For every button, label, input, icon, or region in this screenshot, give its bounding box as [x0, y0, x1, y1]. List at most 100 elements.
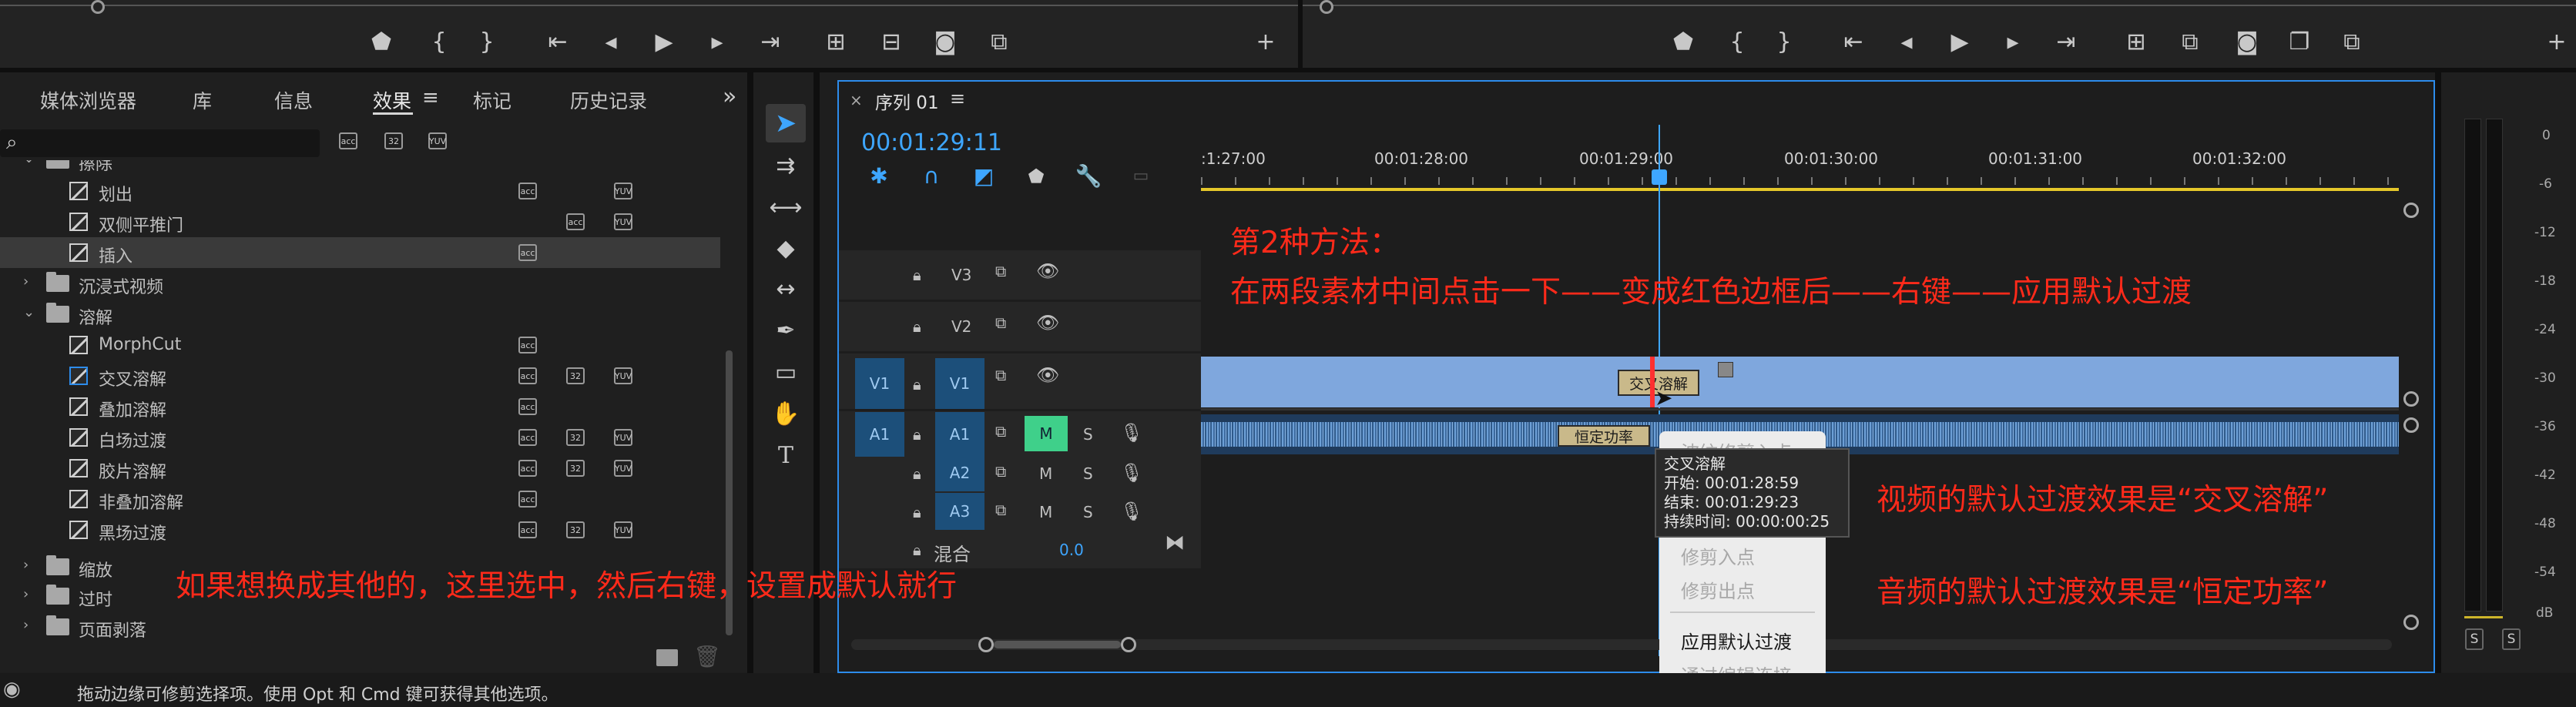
sync-lock-icon[interactable]: ⧉ [995, 313, 1006, 332]
track-select-tool-icon[interactable]: ⇉ [770, 151, 801, 182]
playhead-head[interactable] [1652, 169, 1667, 185]
video-clip-left[interactable] [1201, 357, 1653, 407]
eye-icon[interactable]: 👁︎ [1036, 260, 1059, 282]
sync-lock-icon[interactable]: ⧉ [995, 422, 1006, 441]
track-label-v3[interactable]: V3 [951, 266, 971, 284]
panel-menu-icon[interactable]: ≡ [422, 86, 439, 109]
chevron-down-icon[interactable]: ⌄ [23, 160, 35, 166]
pen-tool-icon[interactable]: ✒ [770, 316, 801, 347]
source-patch-v1[interactable]: V1 [855, 358, 904, 409]
tree-folder-page-peel[interactable]: › 页面剥落 [0, 612, 720, 642]
button-editor-icon[interactable]: ⧉ [986, 29, 1012, 55]
sequence-tab[interactable]: 序列 01 [875, 88, 939, 114]
microphone-icon[interactable]: 🎙︎ [1120, 462, 1143, 484]
overwrite-icon[interactable]: ⊟ [878, 29, 904, 55]
tree-folder-wipe[interactable]: ⌄ 擦除 [0, 160, 720, 176]
linked-selection-icon[interactable]: ◩ [971, 163, 997, 189]
sync-lock-icon[interactable]: ⧉ [995, 366, 1006, 384]
solo-button-a2[interactable]: S [1083, 464, 1093, 483]
sync-lock-icon[interactable]: ⧉ [995, 262, 1006, 280]
mute-button-a2[interactable]: M [1039, 464, 1052, 483]
lock-icon[interactable]: 🔒︎ [913, 541, 921, 559]
button-editor-icon[interactable]: ⧉ [2339, 29, 2365, 55]
go-to-out-icon[interactable]: ⇥ [757, 29, 783, 55]
tree-item-insert[interactable]: 插入 acc [0, 237, 720, 268]
export-frame-icon[interactable]: ◙ [932, 29, 958, 55]
close-tab-icon[interactable]: × [850, 91, 863, 109]
captions-icon[interactable]: ▭ [1128, 163, 1154, 189]
time-ruler[interactable]: :1:27:00 00:01:28:00 00:01:29:00 00:01:3… [1201, 146, 2399, 193]
chevron-right-icon[interactable]: › [23, 557, 29, 573]
comparison-view-icon[interactable]: ❐ [2286, 29, 2313, 55]
track-label-v2[interactable]: V2 [951, 317, 971, 336]
effects-search-input[interactable] [0, 129, 320, 157]
step-back-icon[interactable]: ◂ [1893, 29, 1920, 55]
rectangle-tool-icon[interactable]: ▭ [770, 357, 801, 388]
solo-button-a3[interactable]: S [1083, 503, 1093, 521]
marker-icon[interactable]: ⬟ [1670, 29, 1696, 55]
snap-icon[interactable]: ∩ [918, 163, 944, 189]
source-playhead-knob[interactable] [91, 0, 105, 14]
tree-item-slide[interactable]: 划出 acc YUV [0, 176, 720, 206]
lock-icon[interactable]: 🔒︎ [913, 425, 921, 444]
chevron-down-icon[interactable]: ⌄ [23, 304, 35, 320]
delete-icon[interactable]: 🗑 [693, 644, 721, 669]
step-back-icon[interactable]: ◂ [598, 29, 624, 55]
chevron-right-icon[interactable]: › [23, 273, 29, 290]
tree-item-double-doors[interactable]: 双侧平推门 acc YUV [0, 206, 720, 237]
tab-effects[interactable]: 效果 [373, 86, 411, 114]
eye-icon[interactable]: 👁︎ [1036, 312, 1059, 333]
audio-transition[interactable]: 恒定功率 [1558, 425, 1650, 447]
add-button-icon[interactable]: + [1253, 29, 1279, 55]
lock-icon[interactable]: 🔒︎ [913, 464, 921, 483]
zoom-thumb[interactable] [994, 641, 1121, 648]
tree-item-morphcut[interactable]: MorphCut acc [0, 330, 720, 360]
work-area-bar[interactable] [1201, 188, 2399, 191]
sync-lock-icon[interactable]: ⧉ [995, 501, 1006, 519]
lift-icon[interactable]: ⊞ [2123, 29, 2149, 55]
selection-tool-icon[interactable]: ➤ [770, 108, 801, 139]
track-target-a2[interactable]: A2 [935, 454, 984, 491]
tree-folder-immersive[interactable]: › 沉浸式视频 [0, 268, 720, 299]
export-frame-icon[interactable]: ◙ [2234, 29, 2260, 55]
ripple-edit-tool-icon[interactable]: ⟷ [770, 193, 803, 223]
tree-item-non-additive-dissolve[interactable]: 非叠加溶解 acc [0, 484, 720, 514]
program-scrub-bar[interactable] [1303, 5, 2576, 6]
timecode-display[interactable]: 00:01:29:11 [861, 129, 1002, 156]
tree-item-additive-dissolve[interactable]: 叠加溶解 acc [0, 391, 720, 422]
source-scrub-bar[interactable] [0, 5, 1298, 6]
mute-button-a3[interactable]: M [1039, 503, 1052, 521]
vertical-zoom-knob[interactable] [2403, 391, 2419, 407]
mark-in-icon[interactable]: { [1724, 29, 1750, 55]
lock-icon[interactable]: 🔒︎ [913, 503, 921, 521]
microphone-icon[interactable]: 🎙︎ [1120, 501, 1143, 522]
mark-in-icon[interactable]: { [426, 29, 452, 55]
tree-item-film-dissolve[interactable]: 胶片溶解 acc 32 YUV [0, 453, 720, 484]
zoom-handle-right[interactable] [1121, 637, 1136, 652]
vertical-zoom-knob[interactable] [2403, 417, 2419, 433]
tree-item-dip-to-black[interactable]: 黑场过渡 acc 32 YUV [0, 514, 720, 545]
eye-icon[interactable]: 👁︎ [1036, 364, 1059, 386]
tree-folder-dissolve[interactable]: ⌄ 溶解 [0, 299, 720, 330]
program-playhead-knob[interactable] [1320, 0, 1333, 14]
go-to-out-icon[interactable]: ⇥ [2053, 29, 2079, 55]
timeline-settings-icon[interactable]: 🔧 [1075, 163, 1102, 189]
chevron-right-icon[interactable]: › [23, 617, 29, 633]
vertical-zoom-knob[interactable] [2403, 615, 2419, 630]
tab-info[interactable]: 信息 [274, 86, 313, 114]
solo-button-a1[interactable]: S [1083, 425, 1093, 444]
go-to-in-icon[interactable]: ⇤ [1840, 29, 1867, 55]
lock-icon[interactable]: 🔒︎ [913, 317, 921, 336]
lock-icon[interactable]: 🔒︎ [913, 375, 921, 394]
tab-media-browser[interactable]: 媒体浏览器 [40, 86, 136, 114]
chevron-right-icon[interactable]: › [23, 586, 29, 602]
razor-tool-icon[interactable]: ◆ [770, 233, 801, 264]
panel-overflow-icon[interactable]: » [723, 83, 736, 110]
source-patch-a1[interactable]: A1 [855, 412, 904, 457]
accelerated-filter-icon[interactable]: acc [339, 132, 357, 149]
nest-toggle-icon[interactable]: ✱ [866, 163, 892, 189]
new-bin-icon[interactable] [656, 649, 678, 666]
play-icon[interactable]: ▶ [651, 29, 677, 55]
mark-out-icon[interactable]: } [1771, 29, 1797, 55]
slip-tool-icon[interactable]: ↔ [770, 274, 801, 305]
